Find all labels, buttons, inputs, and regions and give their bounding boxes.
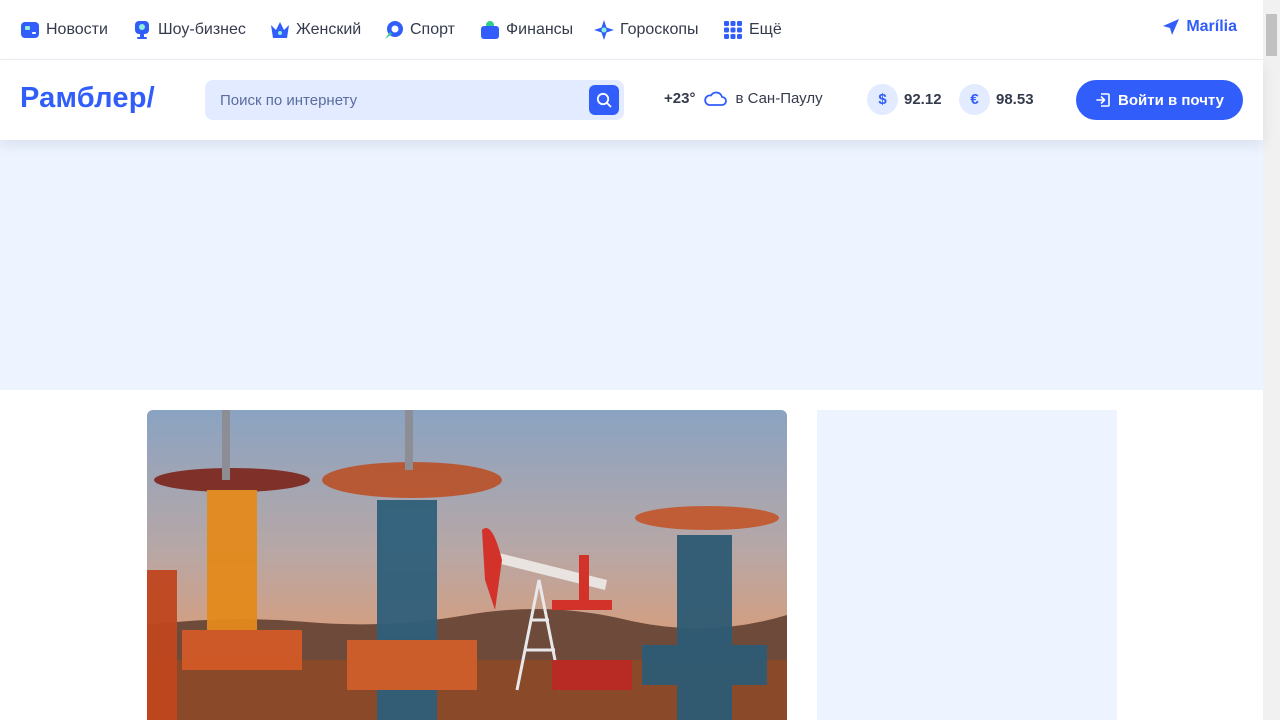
dollar-icon: $ bbox=[867, 84, 898, 115]
login-mail-button[interactable]: Войти в почту bbox=[1076, 80, 1243, 120]
login-icon bbox=[1096, 93, 1110, 107]
login-label: Войти в почту bbox=[1118, 91, 1224, 109]
usd-rate[interactable]: $ 92.12 bbox=[867, 84, 942, 115]
nav-item-news[interactable]: Новости bbox=[20, 18, 108, 42]
location-arrow-icon bbox=[1163, 19, 1180, 35]
article-image-oil-pump[interactable] bbox=[147, 410, 787, 720]
rambler-logo[interactable]: Рамблер/ bbox=[20, 82, 155, 115]
euro-icon: € bbox=[959, 84, 990, 115]
showbiz-icon bbox=[132, 20, 152, 40]
location-link[interactable]: Marília bbox=[1162, 18, 1237, 36]
usd-rate-value: 92.12 bbox=[904, 91, 942, 108]
nav-item-showbiz[interactable]: Шоу-бизнес bbox=[132, 18, 246, 42]
nav-item-label: Спорт bbox=[410, 21, 455, 38]
nav-item-womens[interactable]: Женский bbox=[270, 18, 361, 42]
oil-field-photo bbox=[147, 410, 787, 720]
crown-icon bbox=[270, 20, 290, 40]
weather-city: в Сан-Паулу bbox=[735, 90, 823, 107]
nav-item-more[interactable]: Ещё bbox=[723, 18, 782, 42]
top-navigation: Новости Шоу-бизнес Женский Спорт Финансы… bbox=[0, 0, 1263, 60]
weather-widget[interactable]: +23° в Сан-Паулу bbox=[664, 90, 823, 107]
cloud-icon bbox=[704, 91, 728, 106]
location-label: Marília bbox=[1186, 18, 1237, 35]
nav-item-label: Шоу-бизнес bbox=[158, 21, 246, 38]
search-input[interactable] bbox=[205, 80, 585, 120]
nav-item-label: Финансы bbox=[506, 21, 574, 38]
search-icon bbox=[596, 92, 612, 108]
side-ad-placeholder bbox=[817, 410, 1117, 720]
nav-item-horoscopes[interactable]: Гороскопы bbox=[594, 18, 699, 42]
header-bar: Рамблер/ +23° в Сан-Паулу $ 92.12 € 98.5… bbox=[0, 60, 1263, 140]
nav-item-label: Женский bbox=[296, 21, 362, 38]
news-icon bbox=[20, 20, 40, 40]
page-scrollbar[interactable] bbox=[1263, 0, 1280, 720]
grid-icon bbox=[723, 20, 743, 40]
scrollbar-thumb[interactable] bbox=[1266, 14, 1277, 56]
sport-icon bbox=[384, 20, 404, 40]
wallet-icon bbox=[480, 20, 500, 40]
nav-item-label: Ещё bbox=[749, 21, 782, 38]
nav-item-label: Гороскопы bbox=[620, 21, 699, 38]
search-box bbox=[205, 80, 624, 120]
ad-banner bbox=[0, 140, 1263, 390]
nav-item-finance[interactable]: Финансы bbox=[480, 18, 573, 42]
eur-rate[interactable]: € 98.53 bbox=[959, 84, 1034, 115]
weather-temperature: +23° bbox=[664, 90, 696, 107]
star-icon bbox=[594, 20, 614, 40]
nav-item-label: Новости bbox=[46, 21, 108, 38]
nav-item-sport[interactable]: Спорт bbox=[384, 18, 455, 42]
search-button[interactable] bbox=[589, 85, 619, 115]
eur-rate-value: 98.53 bbox=[996, 91, 1034, 108]
